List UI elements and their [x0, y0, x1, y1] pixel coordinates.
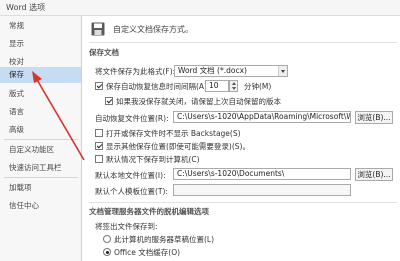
options-sidebar: 常规 显示 校对 保存 版式 语言 高级 自定义功能区 快速访问工具栏 加载项 …	[0, 16, 82, 261]
default-template-location-input[interactable]	[173, 184, 351, 196]
save-to-computer-label: 默认情况下保存到计算机(C)	[106, 155, 200, 164]
sidebar-item-display[interactable]: 显示	[0, 36, 81, 52]
autorecover-interval-spinner[interactable]	[229, 80, 238, 92]
no-backstage-checkbox[interactable]	[95, 129, 103, 137]
autorecover-checkbox[interactable]	[95, 82, 103, 90]
show-other-locations-checkbox[interactable]	[95, 142, 103, 150]
save-format-label: 将文件保存为此格式(F):	[95, 67, 176, 76]
browse-autorecover-button[interactable]: 浏览(B)...	[355, 111, 393, 124]
office-cache-label: Office 文档缓存(O)	[114, 248, 181, 257]
window-title: Word 选项	[6, 3, 46, 12]
sidebar-item-general[interactable]: 常规	[0, 18, 81, 34]
save-to-computer-checkbox[interactable]	[95, 155, 103, 163]
default-local-location-label: 默认本地文件位置(I):	[95, 171, 166, 180]
sidebar-item-customize-ribbon[interactable]: 自定义功能区	[0, 142, 81, 158]
sidebar-item-add-ins[interactable]: 加载项	[0, 180, 81, 196]
save-format-select[interactable]: Word 文档 (*.docx)	[174, 65, 288, 77]
sidebar-divider	[4, 139, 78, 140]
section-divider	[89, 202, 397, 203]
sidebar-divider	[4, 177, 78, 178]
section-title-offline-editing: 文档管理服务器文件的脱机编辑选项	[89, 207, 209, 216]
default-template-location-label: 默认个人模板位置(T):	[95, 187, 168, 196]
sidebar-item-language[interactable]: 语言	[0, 104, 81, 120]
sidebar-item-quick-access-toolbar[interactable]: 快速访问工具栏	[0, 160, 81, 176]
save-disk-icon	[91, 22, 105, 36]
autorecover-label: 保存自动恢复信息时间间隔(A)	[106, 82, 207, 91]
section-title-save-documents: 保存文档	[89, 48, 119, 57]
browse-local-location-button[interactable]: 浏览(B)...	[355, 168, 393, 181]
sidebar-item-trust-center[interactable]: 信任中心	[0, 198, 81, 214]
no-backstage-label: 打开或保存文件时不显示 Backstage(S)	[106, 129, 241, 138]
save-format-value: Word 文档 (*.docx)	[178, 66, 247, 75]
server-drafts-label: 此计算机的服务器草稿位置(L)	[114, 235, 215, 244]
title-bar: Word 选项	[0, 0, 400, 16]
office-cache-radio[interactable]	[103, 248, 111, 256]
show-other-locations-label: 显示其他保存位置(即使可能需要登录)(S)。	[106, 142, 250, 151]
header-divider	[89, 42, 397, 43]
keep-last-autosaved-label: 如果我没保存就关闭，请保留上次自动保留的版本	[116, 97, 281, 106]
autorecover-interval-input[interactable]: 10	[205, 80, 229, 92]
server-drafts-radio[interactable]	[103, 235, 111, 243]
autorecover-location-label: 自动恢复文件位置(R):	[95, 114, 169, 123]
keep-last-autosaved-checkbox[interactable]	[105, 97, 113, 105]
sidebar-item-advanced[interactable]: 高级	[0, 122, 81, 138]
checkout-save-label: 将签出文件保存到:	[95, 222, 158, 231]
page-description: 自定义文档保存方式。	[113, 25, 193, 34]
sidebar-item-save[interactable]: 保存	[0, 67, 81, 83]
save-options-panel: 自定义文档保存方式。 保存文档 将文件保存为此格式(F): Word 文档 (*…	[83, 16, 400, 261]
default-local-location-input[interactable]: C:\Users\s-1020\Documents\	[173, 168, 351, 180]
minutes-label: 分钟(M)	[244, 82, 272, 91]
sidebar-item-layout[interactable]: 版式	[0, 86, 81, 102]
autorecover-location-input[interactable]: C:\Users\s-1020\AppData\Roaming\Microsof…	[173, 111, 351, 123]
chevron-down-icon	[278, 66, 287, 76]
